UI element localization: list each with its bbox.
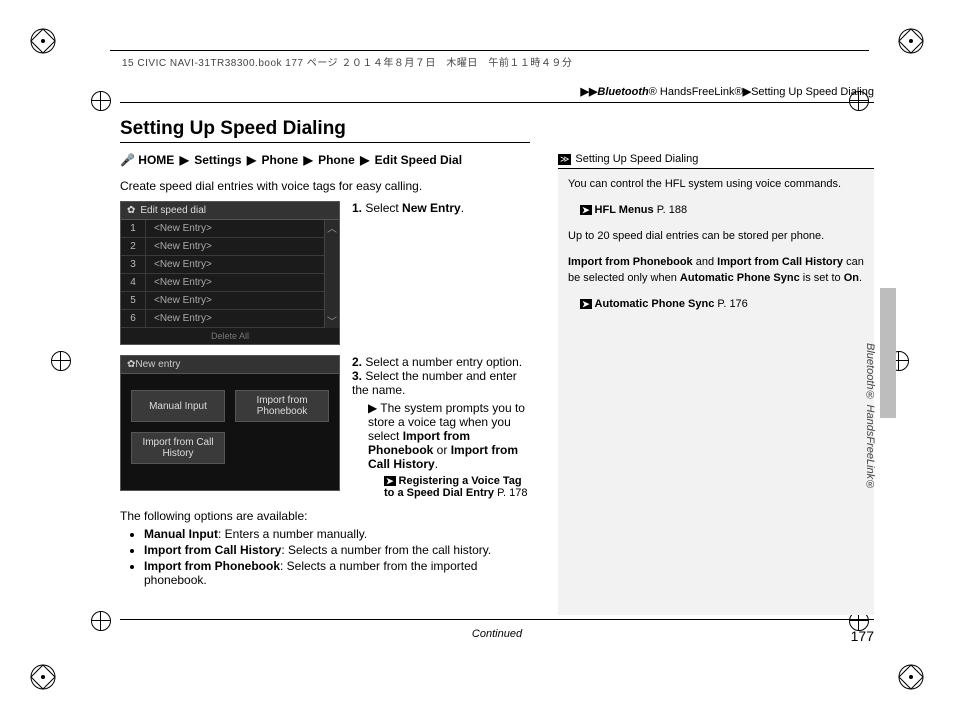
- page-title: Setting Up Speed Dialing: [120, 118, 874, 140]
- options-heading: The following options are available:: [120, 509, 530, 523]
- section-side-label: Bluetooth® HandsFreeLink®: [864, 343, 876, 491]
- chevron-up-icon: ︿: [327, 220, 337, 235]
- triangle-right-icon: ▶: [304, 153, 313, 167]
- cross-reference: ➤Automatic Phone Sync P. 176: [580, 297, 864, 313]
- step-1: 1. Select New Entry.: [352, 201, 530, 215]
- list-item: Manual Input: Enters a number manually.: [144, 527, 530, 541]
- list-item: 4<New Entry>: [121, 274, 324, 292]
- breadcrumb: ▶▶Bluetooth® HandsFreeLink®▶Setting Up S…: [120, 85, 874, 103]
- registration-mark-icon: [30, 664, 56, 690]
- sidebar-body: You can control the HFL system using voi…: [558, 169, 874, 615]
- triangle-right-icon: ▶: [360, 153, 369, 167]
- info-icon: ≫: [558, 154, 571, 165]
- reference-icon: ➤: [384, 476, 396, 486]
- ui2-button: Import from Phonebook: [235, 390, 329, 422]
- cross-reference: ➤Registering a Voice Tag to a Speed Dial…: [384, 475, 530, 499]
- gear-icon: ✿: [127, 359, 135, 370]
- gear-icon: ✿: [127, 205, 135, 216]
- breadcrumb-arrow-icon: ▶▶: [580, 86, 597, 98]
- voice-icon: 🎤: [120, 153, 135, 167]
- title-rule: [120, 142, 530, 143]
- nav-step: Settings: [194, 153, 241, 167]
- step-3: 3. Select the number and enter the name.: [352, 369, 530, 397]
- list-item: Import from Call History: Selects a numb…: [144, 543, 530, 557]
- ui1-footer: Delete All: [121, 328, 339, 344]
- triangle-right-icon: ▶: [247, 153, 256, 167]
- reference-icon: ➤: [580, 299, 592, 309]
- sidebar-text: Up to 20 speed dial entries can be store…: [568, 229, 864, 245]
- header-rule: [110, 50, 869, 51]
- breadcrumb-arrow-icon: ▶: [743, 86, 751, 98]
- ui2-button: Import from Call History: [131, 432, 225, 464]
- continued-label: Continued: [472, 628, 522, 640]
- section-tab: [880, 288, 896, 418]
- page-number: 177: [851, 628, 874, 644]
- ui2-title: New entry: [135, 359, 180, 370]
- options-list: Manual Input: Enters a number manually. …: [120, 527, 530, 587]
- chevron-down-icon: ﹀: [327, 313, 337, 328]
- step-3-note: ▶The system prompts you to store a voice…: [368, 401, 530, 471]
- nav-step: HOME: [138, 153, 174, 167]
- list-item: Import from Phonebook: Selects a number …: [144, 559, 530, 587]
- footer-rule: [120, 619, 874, 620]
- breadcrumb-seg2: Setting Up Speed Dialing: [751, 86, 874, 98]
- scrollbar: ︿ ﹀: [324, 220, 339, 328]
- reference-icon: ➤: [580, 205, 592, 215]
- ui1-title: Edit speed dial: [140, 205, 206, 216]
- triangle-right-icon: ▶: [180, 153, 189, 167]
- screenshot-edit-speed-dial: ✿ Edit speed dial 1<New Entry> 2<New Ent…: [120, 201, 340, 345]
- triangle-right-icon: ▶: [368, 401, 377, 415]
- sidebar-text: Import from Phonebook and Import from Ca…: [568, 255, 864, 287]
- nav-step: Phone: [261, 153, 298, 167]
- list-item: 5<New Entry>: [121, 292, 324, 310]
- cross-reference: ➤HFL Menus P. 188: [580, 203, 864, 219]
- print-header: 15 CIVIC NAVI-31TR38300.book 177 ページ ２０１…: [122, 54, 572, 69]
- ui2-button: Manual Input: [131, 390, 225, 422]
- registration-mark-icon: [30, 28, 56, 54]
- registration-mark-icon: [898, 28, 924, 54]
- sidebar-heading: ≫ Setting Up Speed Dialing: [558, 153, 874, 169]
- navigation-path: 🎤 HOME ▶ Settings ▶ Phone ▶ Phone ▶ Edit…: [120, 153, 530, 167]
- registration-mark-icon: [898, 664, 924, 690]
- list-item: 3<New Entry>: [121, 256, 324, 274]
- step-2: 2. Select a number entry option.: [352, 355, 530, 369]
- list-item: 1<New Entry>: [121, 220, 324, 238]
- intro-text: Create speed dial entries with voice tag…: [120, 179, 530, 193]
- breadcrumb-seg1: Bluetooth: [597, 86, 648, 98]
- list-item: 6<New Entry>: [121, 310, 324, 328]
- nav-step: Edit Speed Dial: [375, 153, 462, 167]
- nav-step: Phone: [318, 153, 355, 167]
- list-item: 2<New Entry>: [121, 238, 324, 256]
- sidebar-text: You can control the HFL system using voi…: [568, 177, 864, 193]
- screenshot-new-entry: ✿ New entry Manual Input Import from Pho…: [120, 355, 340, 491]
